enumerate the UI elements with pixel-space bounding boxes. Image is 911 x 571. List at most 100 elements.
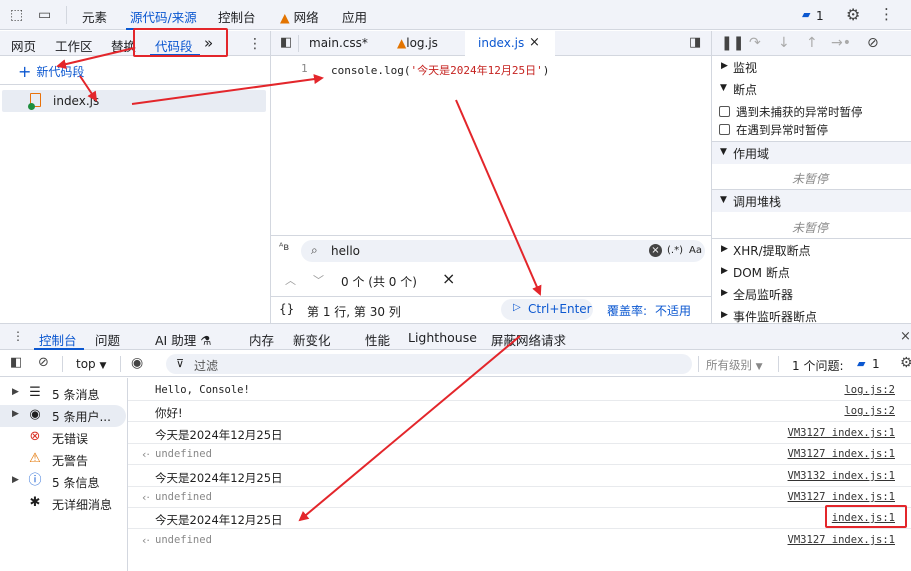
editor-tab-log-js[interactable]: ▲log.js xyxy=(397,36,438,50)
callstack-not-paused: 未暂停 xyxy=(712,215,911,237)
console-source-link[interactable]: log.js:2 xyxy=(844,384,895,396)
issues-badge-count[interactable]: 1 xyxy=(872,357,880,371)
warning-icon: ▲ xyxy=(397,36,407,50)
nav-tab-workspace[interactable]: 工作区 xyxy=(55,36,93,55)
watch-section[interactable]: ▶ 监视 xyxy=(712,56,911,78)
toggle-navigator-icon[interactable]: ◧ xyxy=(280,36,292,49)
device-toolbar-icon[interactable]: ▭ xyxy=(38,8,51,22)
console-source-link[interactable]: VM3127 index.js:1 xyxy=(788,491,895,503)
sidebar-item-messages[interactable]: ▶ ☰ 5 条消息 xyxy=(0,383,126,405)
console-source-link[interactable]: VM3127 index.js:1 xyxy=(788,448,895,460)
event-listener-breakpoints-section[interactable]: ▶ 事件监听器断点 xyxy=(712,305,911,323)
callstack-section[interactable]: ▼ 调用堆栈 xyxy=(712,190,911,212)
editor-tab-log-js-label: log.js xyxy=(406,36,438,50)
issues-icon[interactable]: ▰ xyxy=(802,9,810,20)
tab-elements[interactable]: 元素 xyxy=(82,7,107,26)
context-selector[interactable]: top ▼ xyxy=(76,357,106,371)
sidebar-item-errors[interactable]: ⊗ 无错误 xyxy=(0,427,126,449)
replace-toggle-icon[interactable]: ᴬʙ xyxy=(279,242,289,253)
warning-icon: ⚠ xyxy=(29,451,41,466)
drawer-tab-memory[interactable]: 内存 xyxy=(249,330,274,349)
eye-icon[interactable]: ◉ xyxy=(131,356,143,370)
filter-input[interactable]: ⊽ 过滤 xyxy=(166,354,692,374)
xhr-breakpoints-section[interactable]: ▶ XHR/提取断点 xyxy=(712,239,911,261)
tab-application[interactable]: 应用 xyxy=(342,7,367,26)
issues-count[interactable]: 1 xyxy=(816,9,824,23)
toggle-debugger-icon[interactable]: ◨ xyxy=(689,36,701,49)
xhr-label: XHR/提取断点 xyxy=(733,244,811,258)
pretty-print-icon[interactable]: {} xyxy=(279,302,294,316)
editor-tab-main-css[interactable]: main.css* xyxy=(309,36,368,50)
close-drawer-icon[interactable]: × xyxy=(900,330,911,343)
issues-icon[interactable]: ▰ xyxy=(857,357,865,370)
regex-toggle[interactable]: (.*) xyxy=(667,245,683,256)
pause-caught-option[interactable]: 在遇到异常时暂停 xyxy=(712,119,911,141)
drawer-tab-issues[interactable]: 问题 xyxy=(95,330,120,349)
log-levels-select[interactable]: 所有级别 ▼ xyxy=(706,357,763,373)
navigator-menu-icon[interactable]: ⋮ xyxy=(248,37,262,51)
clear-console-icon[interactable]: ⊘ xyxy=(38,356,49,369)
console-result: ‹· undefined VM3127 index.js:1 xyxy=(128,530,911,551)
step-into-icon[interactable]: ↓ xyxy=(778,36,790,50)
deactivate-breakpoints-icon[interactable]: ⊘ xyxy=(867,36,879,50)
close-tab-icon[interactable]: × xyxy=(529,35,540,50)
expand-icon: ▶ xyxy=(12,387,19,397)
code-line-1[interactable]: 1 console.log('今天是2024年12月25日') xyxy=(271,61,711,77)
tab-network[interactable]: ▲ 网络 xyxy=(280,7,319,26)
sidebar-item-info[interactable]: ▶ ⓘ 5 条信息 xyxy=(0,471,126,493)
sidebar-item-label: 无警告 xyxy=(52,454,89,468)
console-source-link[interactable]: VM3127 index.js:1 xyxy=(788,427,895,439)
filter-placeholder: 过滤 xyxy=(194,359,219,373)
clear-search-icon[interactable]: × xyxy=(649,244,662,257)
tab-console[interactable]: 控制台 xyxy=(218,7,256,26)
step-out-icon[interactable]: ↑ xyxy=(806,36,818,50)
run-snippet-button[interactable]: ▷ Ctrl+Enter xyxy=(501,299,593,320)
close-search-icon[interactable]: × xyxy=(442,269,455,288)
console-source-link[interactable]: VM3127 index.js:1 xyxy=(788,534,895,546)
console-result: ‹· undefined VM3127 index.js:1 xyxy=(128,444,911,465)
caught-checkbox[interactable] xyxy=(719,124,730,135)
step-over-icon[interactable]: ↷ xyxy=(749,36,761,50)
pause-icon[interactable]: ❚❚ xyxy=(721,36,744,50)
sidebar-item-verbose[interactable]: ✱ 无详细消息 xyxy=(0,493,126,515)
tab-sources[interactable]: 源代码/来源 xyxy=(130,7,197,26)
sidebar-item-warnings[interactable]: ⚠ 无警告 xyxy=(0,449,126,471)
console-source-link[interactable]: log.js:2 xyxy=(844,405,895,417)
uncaught-checkbox[interactable] xyxy=(719,106,730,117)
drawer-tab-blocking[interactable]: 屏蔽网络请求 xyxy=(491,330,566,349)
search-input[interactable]: ⌕ hello × (.*) Aa xyxy=(301,240,705,262)
console-message-text: 今天是2024年12月25日 xyxy=(155,471,283,485)
drawer-tab-console[interactable]: 控制台 xyxy=(39,330,77,349)
snippet-file-item[interactable]: index.js xyxy=(2,90,266,112)
drawer-menu-icon[interactable]: ⋮ xyxy=(12,330,24,342)
console-sidebar: ▶ ☰ 5 条消息 ▶ ◉ 5 条用户... ⊗ 无错误 ⚠ 无警告 ▶ ⓘ 5… xyxy=(0,378,127,571)
toggle-sidebar-icon[interactable]: ◧ xyxy=(10,356,22,369)
match-case-toggle[interactable]: Aa xyxy=(689,245,702,256)
drawer-tab-changes[interactable]: 新变化 xyxy=(293,330,331,349)
drawer-tab-performance[interactable]: 性能 xyxy=(365,330,390,349)
inspect-element-icon[interactable]: ⬚ xyxy=(10,8,23,22)
drawer-tab-lighthouse[interactable]: Lighthouse xyxy=(408,330,477,345)
scope-section[interactable]: ▼ 作用域 xyxy=(712,142,911,164)
drawer-tabbar: ⋮ 控制台 问题 AI 助理 ⚗ 内存 新变化 性能 Lighthouse 屏蔽… xyxy=(0,323,911,350)
prev-match-icon[interactable]: ︿ xyxy=(285,272,296,288)
console-result-text: undefined xyxy=(155,491,212,503)
step-icon[interactable]: →• xyxy=(831,36,851,50)
console-message: 今天是2024年12月25日 index.js:1 xyxy=(128,508,911,529)
more-options-icon[interactable]: ⋮ xyxy=(879,7,894,22)
sidebar-item-user-messages[interactable]: ▶ ◉ 5 条用户... xyxy=(0,405,126,427)
console-settings-gear-icon[interactable]: ⚙ xyxy=(900,356,911,370)
search-icon: ⌕ xyxy=(311,243,318,257)
editor-tab-index-js[interactable]: index.js × xyxy=(465,31,555,56)
breakpoints-section[interactable]: ▼ 断点 xyxy=(712,78,911,100)
next-match-icon[interactable]: ﹀ xyxy=(313,272,324,288)
dom-breakpoints-section[interactable]: ▶ DOM 断点 xyxy=(712,261,911,283)
console-source-link[interactable]: VM3132 index.js:1 xyxy=(788,470,895,482)
drawer-tab-ai[interactable]: AI 助理 ⚗ xyxy=(155,330,211,349)
scope-label: 作用域 xyxy=(733,147,770,161)
dom-label: DOM 断点 xyxy=(733,266,790,280)
global-listeners-section[interactable]: ▶ 全局监听器 xyxy=(712,283,911,305)
new-snippet-button[interactable]: + 新代码段 xyxy=(18,62,84,81)
nav-tab-page[interactable]: 网页 xyxy=(11,36,36,55)
settings-gear-icon[interactable]: ⚙ xyxy=(846,7,860,23)
